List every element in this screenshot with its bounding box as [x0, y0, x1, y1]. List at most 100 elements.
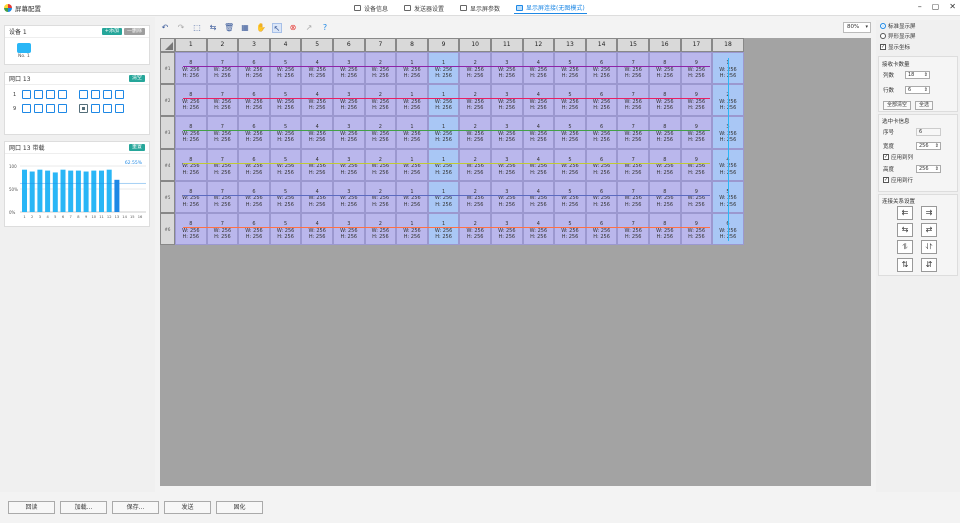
column-header[interactable]: 1: [175, 38, 207, 52]
conn-button[interactable]: ⇄: [921, 223, 937, 237]
rows-spinner[interactable]: 6: [905, 86, 930, 94]
receiver-cell[interactable]: 2W: 256H: 256: [459, 84, 491, 117]
receiver-cell[interactable]: 5W: 256H: 256: [554, 52, 586, 85]
grid-corner[interactable]: [160, 38, 175, 52]
receiver-cell[interactable]: 7 W: 256 H: 256: [617, 116, 649, 149]
receiver-cell[interactable]: 4W: 256H: 256: [301, 52, 333, 85]
receiver-cell[interactable]: 7 W: 256 H: 256: [617, 213, 649, 246]
receiver-cell[interactable]: 9 W: 256 H: 256: [680, 116, 713, 149]
receiver-cell[interactable]: 6W: 256H: 256: [238, 148, 270, 181]
receiver-cell[interactable]: 6W: 256H: 256: [238, 84, 270, 117]
receiver-cell[interactable]: 1W: 256H: 256: [396, 84, 428, 117]
receiver-cell[interactable]: 9 W: 256 H: 256: [680, 52, 713, 85]
device-icon[interactable]: [17, 43, 31, 53]
pointer-icon[interactable]: ↖: [272, 23, 282, 33]
column-header[interactable]: 11: [491, 38, 523, 52]
receiver-cell[interactable]: 5W: 256H: 256: [269, 213, 302, 246]
tab-sender-settings[interactable]: 发送器设置: [402, 2, 446, 14]
receiver-cell[interactable]: 8 W: 256 H: 256: [649, 213, 681, 246]
mode-irregular-option[interactable]: 异形显示屏: [880, 32, 916, 40]
conn-button[interactable]: ⇉: [921, 206, 937, 220]
port-box[interactable]: [22, 104, 31, 113]
receiver-cell[interactable]: 6W: 256H: 256: [585, 52, 618, 85]
receiver-cell[interactable]: 9 W: 256 H: 256: [680, 84, 713, 117]
row-header[interactable]: #4: [160, 148, 175, 181]
receiver-cell[interactable]: 4W: 256H: 256: [522, 180, 555, 213]
receiver-cell[interactable]: 2W: 256H: 256: [459, 148, 491, 181]
zoom-select[interactable]: 80%: [843, 22, 871, 33]
select-area-icon[interactable]: ⬚: [192, 23, 202, 33]
column-header[interactable]: 12: [522, 38, 555, 52]
send-button[interactable]: 发送: [164, 501, 211, 514]
receiver-cell[interactable]: 5W: 256H: 256: [269, 52, 302, 85]
conn-button[interactable]: ⇅: [897, 258, 913, 272]
port-box[interactable]: [79, 90, 88, 99]
receiver-cell[interactable]: 5W: 256H: 256: [554, 116, 586, 149]
receiver-cell[interactable]: 8 W: 256 H: 256: [175, 148, 207, 181]
receiver-cell[interactable]: 3W: 256H: 256: [333, 52, 365, 85]
receiver-cell[interactable]: 1W: 256H: 256: [396, 180, 428, 213]
receiver-cell[interactable]: 4W: 256H: 256: [522, 84, 555, 117]
apply-row-option[interactable]: ✓ 应用到行: [883, 176, 913, 184]
port-box[interactable]: [46, 90, 55, 99]
close-icon[interactable]: ✕: [949, 2, 956, 11]
receiver-cell[interactable]: 7 W: 256 H: 256: [617, 84, 649, 117]
row-header[interactable]: #1: [160, 52, 175, 85]
apply-col-option[interactable]: ✓ 应用到列: [883, 153, 913, 161]
receiver-cell[interactable]: 3W: 256H: 256: [491, 84, 523, 117]
delete-device-button[interactable]: —删除: [123, 28, 145, 35]
port-box[interactable]: [115, 104, 124, 113]
width-spinner[interactable]: 256: [916, 142, 941, 150]
receiver-cell[interactable]: 3W: 256H: 256: [491, 52, 523, 85]
receiver-cell[interactable]: 3W: 256H: 256: [333, 84, 365, 117]
port-box[interactable]: [91, 104, 100, 113]
receiver-cell[interactable]: 3W: 256H: 256: [491, 180, 523, 213]
readback-button[interactable]: 回读: [8, 501, 55, 514]
clear-all-button[interactable]: 全部清空: [883, 101, 912, 110]
cols-spinner[interactable]: 18: [905, 71, 930, 79]
port-box[interactable]: [58, 104, 67, 113]
column-header[interactable]: 16: [649, 38, 681, 52]
load-button[interactable]: 加载...: [60, 501, 107, 514]
receiver-cell[interactable]: 2W: 256H: 256: [459, 213, 491, 246]
receiver-cell[interactable]: 7 W: 256 H: 256: [206, 180, 239, 213]
receiver-cell[interactable]: 1W: 256H: 256: [427, 180, 460, 213]
receiver-cell[interactable]: 6W: 256H: 256: [238, 213, 270, 246]
receiver-cell[interactable]: 4W: 256H: 256: [522, 213, 555, 246]
solidify-button[interactable]: 固化: [216, 501, 263, 514]
redo-icon[interactable]: ↷: [176, 23, 186, 33]
conn-button[interactable]: ⇵: [921, 258, 937, 272]
receiver-cell[interactable]: 1W: 256H: 256: [396, 52, 428, 85]
receiver-cell[interactable]: 6W: 256H: 256: [585, 148, 618, 181]
receiver-cell[interactable]: 1W: 256H: 256: [427, 116, 460, 149]
receiver-cell[interactable]: 6W: 256H: 256: [238, 116, 270, 149]
mode-standard-option[interactable]: 标准显示屏: [880, 22, 916, 30]
column-header[interactable]: 7: [364, 38, 397, 52]
receiver-cell[interactable]: 1W: 256H: 256: [427, 52, 460, 85]
undo-icon[interactable]: ↶: [160, 23, 170, 33]
layout-icon[interactable]: ▦: [240, 23, 250, 33]
receiver-cell[interactable]: 4W: 256H: 256: [301, 116, 333, 149]
row-header[interactable]: #2: [160, 84, 175, 117]
column-header[interactable]: 4: [269, 38, 302, 52]
receiver-cell[interactable]: 2W: 256H: 256: [459, 52, 491, 85]
receiver-cell[interactable]: 5W: 256H: 256: [269, 148, 302, 181]
receiver-cell[interactable]: 1W: 256H: 256: [427, 84, 460, 117]
column-header[interactable]: 14: [585, 38, 618, 52]
auto-route-icon[interactable]: ⇆: [208, 23, 218, 33]
port-box[interactable]: [115, 90, 124, 99]
port-box[interactable]: [58, 90, 67, 99]
tab-device-info[interactable]: 设备信息: [352, 2, 390, 14]
receiver-cell[interactable]: 3W: 256H: 256: [491, 116, 523, 149]
receiver-cell[interactable]: 6W: 256H: 256: [585, 213, 618, 246]
radio[interactable]: [880, 33, 886, 39]
port-box[interactable]: [103, 90, 112, 99]
receiver-cell[interactable]: 8 W: 256 H: 256: [649, 116, 681, 149]
port-box-selected[interactable]: [79, 104, 88, 113]
receiver-cell[interactable]: 7 W: 256 H: 256: [617, 180, 649, 213]
receiver-cell[interactable]: 4W: 256H: 256: [301, 213, 333, 246]
row-header[interactable]: #6: [160, 213, 175, 246]
receiver-cell[interactable]: 8 W: 256 H: 256: [175, 213, 207, 246]
port-box[interactable]: [34, 104, 43, 113]
receiver-cell[interactable]: 2W: 256H: 256: [364, 52, 397, 85]
